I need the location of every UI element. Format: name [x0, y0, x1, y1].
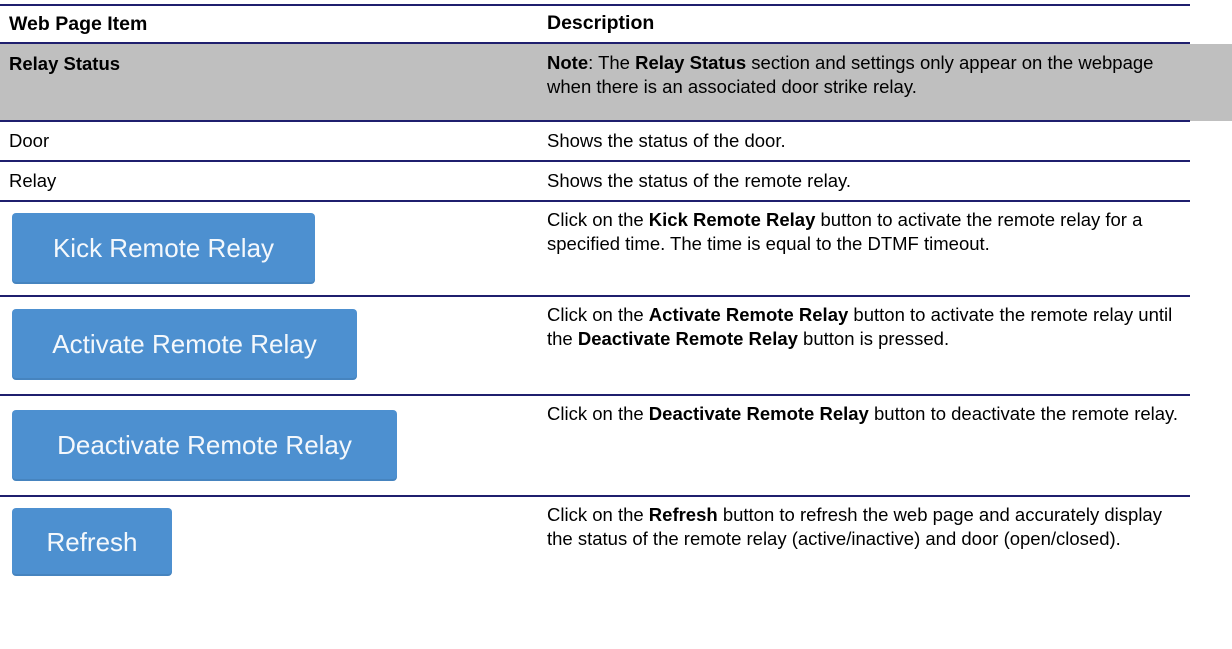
desc-bold: Activate Remote Relay	[648, 304, 849, 325]
section-note: Note: The Relay Status section and setti…	[547, 44, 1187, 121]
table-row-refresh: Refresh Click on the Refresh button to r…	[0, 496, 1232, 606]
table-row-kick-remote-relay: Kick Remote Relay Click on the Kick Remo…	[0, 201, 1232, 297]
kick-remote-relay-button[interactable]: Kick Remote Relay	[12, 213, 315, 284]
table-row-relay: Relay Shows the status of the remote rel…	[0, 161, 1232, 202]
row-item: Activate Remote Relay	[0, 296, 547, 395]
desc-text: Click on the	[547, 504, 649, 525]
desc-text: Click on the	[547, 209, 649, 230]
section-row-relay-status: Relay Status Note: The Relay Status sect…	[0, 44, 1232, 122]
table-header: Web Page Item Description	[0, 0, 1232, 44]
row-description: Shows the status of the remote relay.	[547, 170, 852, 192]
row-item: Kick Remote Relay	[0, 201, 547, 296]
note-label: Note	[547, 52, 589, 73]
row-item: Deactivate Remote Relay	[0, 395, 547, 496]
section-title: Relay Status	[9, 53, 121, 74]
header-web-page-item: Web Page Item	[9, 12, 148, 35]
header-top-rule	[0, 4, 1190, 6]
desc-text: Click on the	[547, 403, 649, 424]
row-description: Click on the Kick Remote Relay button to…	[547, 201, 1187, 296]
table-row-deactivate-remote-relay: Deactivate Remote Relay Click on the Dea…	[0, 395, 1232, 497]
desc-bold: Kick Remote Relay	[648, 209, 816, 230]
row-description: Click on the Deactivate Remote Relay but…	[547, 395, 1187, 496]
activate-remote-relay-button[interactable]: Activate Remote Relay	[12, 309, 357, 380]
deactivate-remote-relay-button[interactable]: Deactivate Remote Relay	[12, 410, 397, 481]
row-description: Click on the Activate Remote Relay butto…	[547, 296, 1187, 395]
desc-bold: Deactivate Remote Relay	[577, 327, 798, 349]
note-bold-relay-status: Relay Status	[635, 52, 747, 73]
relay-status-table: Web Page Item Description Relay Status N…	[0, 0, 1232, 606]
row-item: Relay	[9, 170, 57, 191]
desc-bold: Deactivate Remote Relay	[648, 403, 869, 424]
header-description: Description	[547, 12, 655, 35]
refresh-button[interactable]: Refresh	[12, 508, 172, 576]
desc-text: button is pressed.	[797, 327, 950, 349]
note-text-1: : The	[588, 52, 636, 73]
row-item: Door	[9, 130, 50, 151]
desc-text: button to deactivate the remote relay.	[868, 403, 1179, 424]
row-item: Refresh	[0, 496, 547, 606]
row-description: Click on the Refresh button to refresh t…	[547, 496, 1187, 606]
table-row-door: Door Shows the status of the door.	[0, 121, 1232, 162]
table-row-activate-remote-relay: Activate Remote Relay Click on the Activ…	[0, 296, 1232, 396]
desc-bold: Refresh	[648, 504, 718, 525]
desc-text: Click on the	[547, 304, 649, 325]
row-description: Shows the status of the door.	[547, 130, 786, 152]
